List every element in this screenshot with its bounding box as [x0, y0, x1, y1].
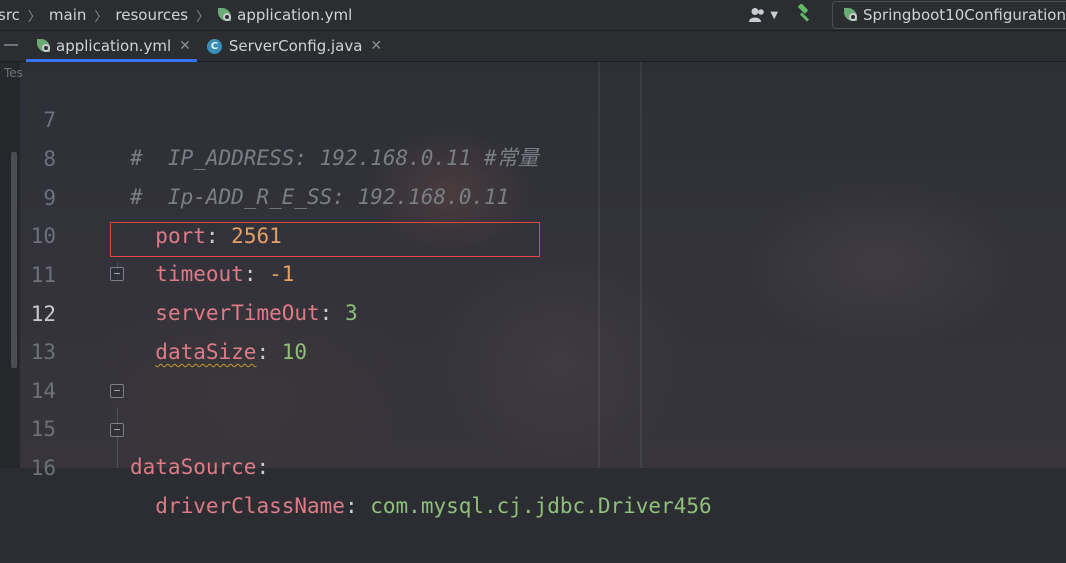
code-line: 14 — [20, 334, 1066, 403]
collapse-icon[interactable] — [4, 44, 18, 46]
code-line: 8 # Ip-ADD_R_E_SS: 192.168.0.11 — [20, 102, 1066, 209]
chevron-down-icon: ▼ — [770, 9, 779, 21]
chevron-right-icon: 〉 — [196, 9, 210, 25]
breadcrumb-main[interactable]: main — [49, 6, 86, 24]
spring-yml-icon — [36, 38, 52, 54]
code-line: 10 timeout: -1 — [20, 179, 1066, 286]
navigation-bar: src 〉 main 〉 resources 〉 application.yml… — [0, 0, 1066, 31]
code-line: 9 port: 2561 — [20, 141, 1066, 248]
tab-label: application.yml — [56, 37, 172, 55]
editor-tabs: application.yml ✕ C ServerConfig.java ✕ — [0, 31, 1066, 62]
code-line: 7 # IP_ADDRESS: 192.168.0.11 #常量 — [20, 63, 1066, 170]
line-number: 16 — [30, 456, 56, 480]
yaml-key: driverClassName — [155, 494, 345, 518]
spring-boot-icon — [843, 7, 859, 23]
tab-label: ServerConfig.java — [228, 37, 363, 55]
chevron-right-icon: 〉 — [94, 9, 108, 25]
run-configuration-selector[interactable]: Springboot10Configuration — [832, 1, 1066, 29]
breadcrumb-src[interactable]: src — [0, 6, 20, 24]
code-line: 12 dataSize: 10 — [20, 257, 1066, 364]
breadcrumb-resources[interactable]: resources — [115, 6, 188, 24]
chevron-right-icon: 〉 — [27, 9, 41, 25]
breadcrumb: src 〉 main 〉 resources 〉 application.yml — [0, 6, 352, 25]
user-icon — [749, 8, 765, 22]
close-icon[interactable]: ✕ — [179, 38, 191, 54]
tab-application-yml[interactable]: application.yml ✕ — [26, 31, 197, 62]
build-hammer-icon[interactable] — [796, 3, 814, 27]
user-menu-icon[interactable]: ▼ — [749, 7, 778, 23]
tab-bar-gutter — [0, 31, 26, 61]
scrollbar[interactable] — [11, 152, 17, 368]
breadcrumb-application-yml[interactable]: application.yml — [237, 6, 352, 24]
hammer-icon — [798, 3, 810, 22]
code-line: 13 — [20, 295, 1066, 364]
fold-guide — [117, 447, 118, 468]
code-line: 15 dataSource: — [20, 372, 1066, 479]
highlight-annotation-box — [110, 222, 540, 257]
yaml-key: dataSource — [130, 455, 257, 479]
toolbar-right: ▼ Springboot10Configuration — [749, 0, 1066, 30]
close-icon[interactable]: ✕ — [370, 38, 382, 54]
left-tool-strip: Tes — [0, 62, 23, 468]
yaml-value: com.mysql.cj.jdbc.Driver456 — [370, 494, 712, 518]
tab-serverconfig-java[interactable]: C ServerConfig.java ✕ — [197, 31, 388, 61]
spring-yml-icon — [217, 7, 233, 23]
code-line: 16 driverClassName: com.mysql.cj.jdbc.Dr… — [20, 411, 1066, 518]
java-class-icon: C — [206, 38, 222, 54]
code-editor[interactable]: 7 # IP_ADDRESS: 192.168.0.11 #常量 8 # Ip-… — [20, 62, 1066, 518]
run-configuration-label: Springboot10Configuration — [863, 6, 1066, 24]
